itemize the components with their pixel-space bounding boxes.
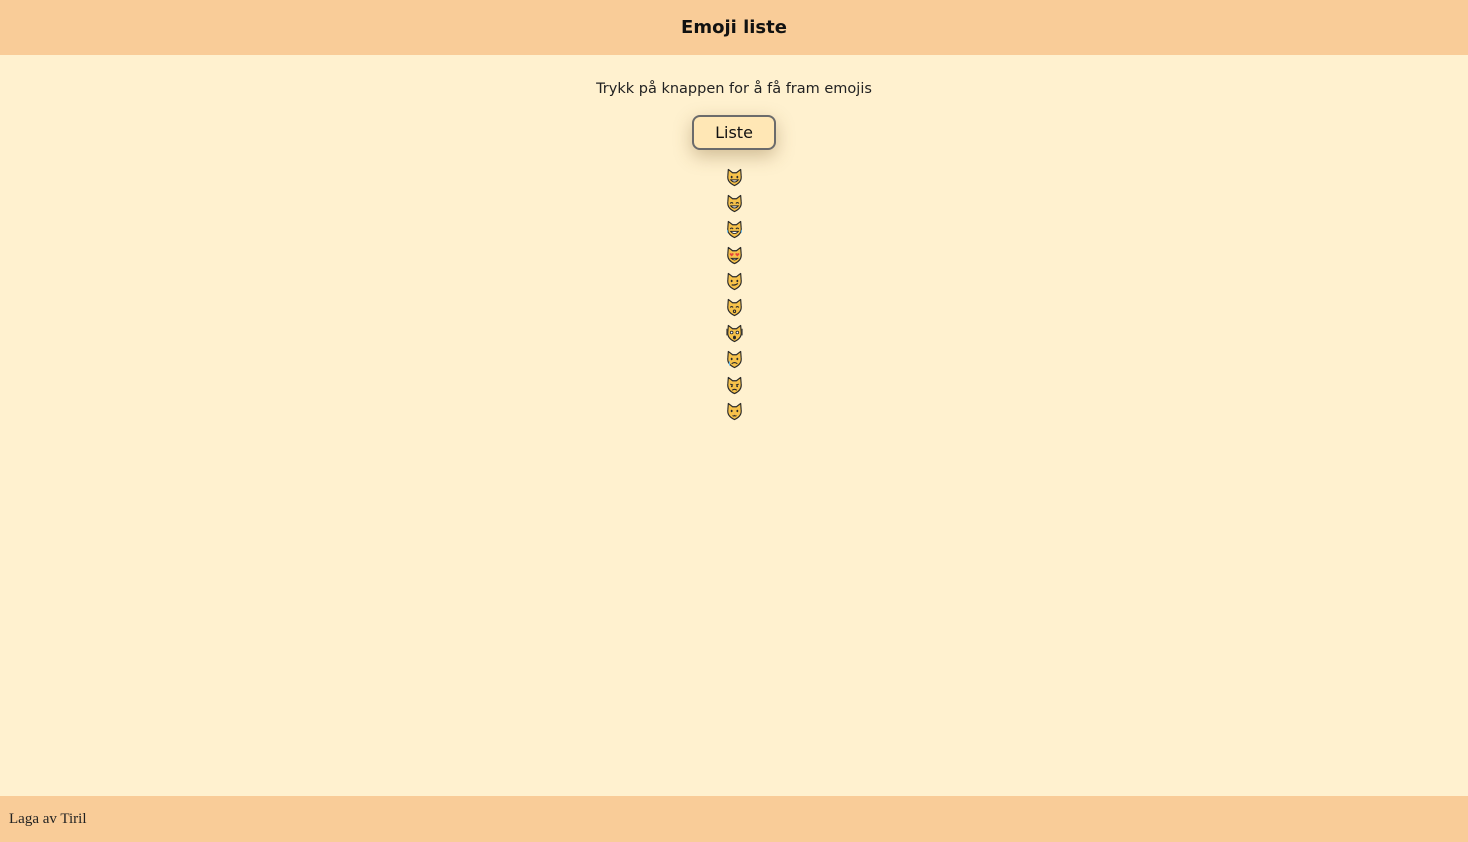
emoji-list-item xyxy=(725,398,744,424)
emoji-list-item xyxy=(725,190,744,216)
liste-button[interactable]: Liste xyxy=(692,115,776,150)
cat-face-icon xyxy=(726,402,742,420)
emoji-list xyxy=(725,164,744,424)
grinning-cat-smiling-eyes-icon xyxy=(726,194,742,212)
emoji-list-item xyxy=(725,164,744,190)
smiling-cat-heart-eyes-icon xyxy=(726,246,742,264)
instruction-text: Trykk på knappen for å få fram emojis xyxy=(596,81,872,97)
emoji-list-item xyxy=(725,346,744,372)
pouting-cat-icon xyxy=(726,376,742,394)
grinning-cat-icon xyxy=(726,168,742,186)
page-footer: Laga av Tiril xyxy=(0,796,1468,842)
cat-wry-smile-icon xyxy=(726,272,742,290)
page-header: Emoji liste xyxy=(0,0,1468,55)
cat-tears-of-joy-icon xyxy=(726,220,742,238)
emoji-list-item xyxy=(725,320,744,346)
page: Emoji liste Trykk på knappen for å få fr… xyxy=(0,0,1468,842)
kissing-cat-icon xyxy=(726,298,742,316)
main-content: Trykk på knappen for å få fram emojis Li… xyxy=(0,55,1468,796)
emoji-list-item xyxy=(725,294,744,320)
page-title: Emoji liste xyxy=(681,17,787,38)
weary-cat-icon xyxy=(725,324,743,342)
emoji-list-item xyxy=(725,268,744,294)
crying-cat-icon xyxy=(726,350,742,368)
emoji-list-item xyxy=(725,372,744,398)
footer-credit: Laga av Tiril xyxy=(9,810,87,827)
emoji-list-item xyxy=(725,242,744,268)
emoji-list-item xyxy=(725,216,744,242)
